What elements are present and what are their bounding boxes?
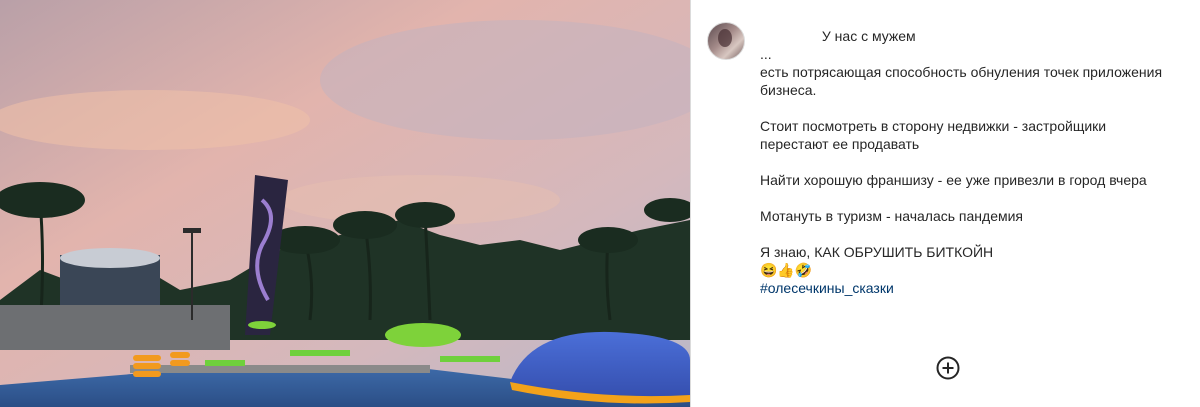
caption-gap <box>760 99 1180 117</box>
caption-line: перестают ее продавать <box>760 136 920 152</box>
caption-gap <box>760 153 1180 171</box>
plus-circle-icon[interactable] <box>936 356 960 380</box>
caption-emojis: 😆👍🤣 <box>760 262 813 278</box>
caption-line: бизнеса. <box>760 82 817 98</box>
caption-line: есть потрясающая способность обнуления т… <box>760 64 1163 80</box>
caption-head: У нас с мужем <box>821 28 916 44</box>
hashtag-link[interactable]: #олесечкины_сказки <box>760 279 1180 297</box>
username-blurred[interactable] <box>760 30 818 44</box>
caption-line: Найти хорошую франшизу - ее уже привезли… <box>760 172 1147 188</box>
caption-gap <box>760 189 1180 207</box>
caption-line: Мотануть в туризм - началась пандемия <box>760 208 1024 224</box>
caption-line: Я знаю, КАК ОБРУШИТЬ БИТКОЙН <box>760 244 994 260</box>
caption-line: Стоит посмотреть в сторону недвижки - за… <box>760 118 1107 134</box>
caption-gap <box>760 225 1180 243</box>
caption-first-line: У нас с мужем <box>760 27 1180 45</box>
user-avatar[interactable] <box>707 22 745 60</box>
post-photo[interactable] <box>0 0 690 407</box>
post-side-panel: У нас с мужем ... есть потрясающая спосо… <box>691 0 1200 407</box>
post-caption: У нас с мужем ... есть потрясающая спосо… <box>760 27 1180 297</box>
resort-pool-sunset-image <box>0 0 690 407</box>
caption-line: ... <box>760 46 772 62</box>
